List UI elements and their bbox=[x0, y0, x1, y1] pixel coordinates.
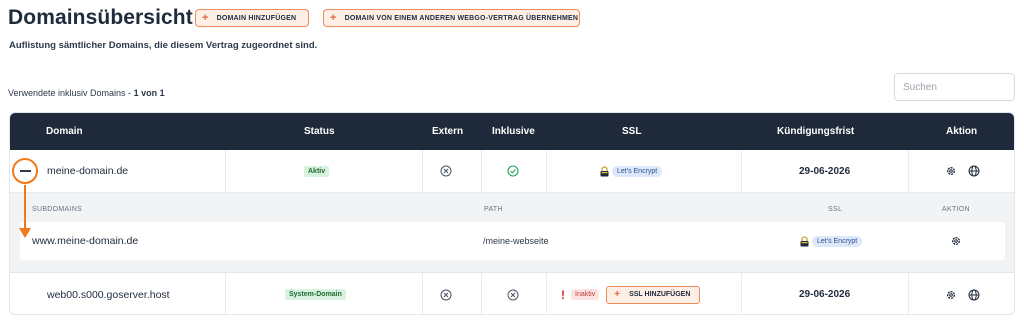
column-domain[interactable]: Domain bbox=[46, 126, 83, 137]
column-aktion: Aktion bbox=[946, 126, 978, 137]
subdomain-row: www.meine-domain.de /meine-webseite Let'… bbox=[20, 222, 1005, 260]
path-header: PATH bbox=[484, 206, 503, 213]
aktion-header: AKTION bbox=[942, 206, 970, 213]
subdomain-panel: SUBDOMAINS PATH SSL AKTION www.meine-dom… bbox=[10, 193, 1014, 273]
padlock-icon bbox=[600, 165, 609, 177]
transfer-domain-button[interactable]: + DOMAIN VON EINEM ANDEREN WEBGO-VERTRAG… bbox=[323, 9, 580, 27]
circle-x-icon bbox=[507, 289, 519, 301]
ssl-header: SSL bbox=[828, 206, 843, 213]
table-header: Domain Status Extern Inklusive SSL Kündi… bbox=[10, 113, 1014, 150]
globe-icon[interactable] bbox=[968, 289, 980, 301]
plus-icon: + bbox=[614, 288, 621, 300]
search-input[interactable] bbox=[894, 73, 1015, 101]
plus-icon: + bbox=[202, 11, 209, 24]
ssl-status-badge: Inaktiv bbox=[571, 289, 600, 300]
column-inklusive[interactable]: Inklusive bbox=[492, 126, 535, 137]
circle-x-icon bbox=[440, 289, 452, 301]
status-badge: System-Domain bbox=[285, 289, 346, 300]
collapse-toggle[interactable] bbox=[12, 158, 38, 184]
column-status[interactable]: Status bbox=[304, 126, 335, 137]
minus-icon bbox=[19, 170, 31, 172]
usage-label: Verwendete inklusiv Domains - bbox=[8, 88, 134, 98]
gear-icon[interactable] bbox=[945, 289, 957, 301]
annotation-arrow-line bbox=[24, 185, 26, 230]
column-ssl[interactable]: SSL bbox=[622, 126, 641, 137]
transfer-domain-label: DOMAIN VON EINEM ANDEREN WEBGO-VERTRAG Ü… bbox=[344, 14, 579, 22]
padlock-icon bbox=[800, 235, 809, 247]
circle-check-icon bbox=[507, 165, 519, 177]
plus-icon: + bbox=[330, 11, 337, 24]
page-title: Domainsübersicht bbox=[8, 6, 193, 29]
annotation-arrow-head bbox=[18, 228, 31, 238]
circle-x-icon bbox=[440, 165, 452, 177]
exclamation-icon: ! bbox=[561, 287, 565, 302]
gear-icon[interactable] bbox=[950, 235, 962, 247]
page-subtitle: Auflistung sämtlicher Domains, die diese… bbox=[9, 40, 318, 51]
usage-text: Verwendete inklusiv Domains - 1 von 1 bbox=[8, 88, 165, 98]
kuendigung-date: 29-06-2026 bbox=[799, 165, 851, 177]
column-kuendigungsfrist[interactable]: Kündigungsfrist bbox=[777, 126, 854, 137]
domain-table: Domain Status Extern Inklusive SSL Kündi… bbox=[9, 112, 1015, 315]
subdomains-header: SUBDOMAINS bbox=[32, 206, 83, 213]
add-domain-button[interactable]: + DOMAIN HINZUFÜGEN bbox=[195, 9, 309, 27]
ssl-badge: Let's Encrypt bbox=[812, 235, 863, 247]
usage-value: 1 von 1 bbox=[133, 88, 165, 98]
globe-icon[interactable] bbox=[968, 165, 980, 177]
column-extern[interactable]: Extern bbox=[432, 126, 463, 137]
status-badge: Aktiv bbox=[304, 165, 330, 177]
table-row: meine-domain.de Aktiv Let's Encrypt 29-0… bbox=[10, 150, 1014, 193]
ssl-badge: Let's Encrypt bbox=[612, 165, 663, 177]
kuendigung-date: 29-06-2026 bbox=[799, 289, 851, 300]
add-domain-label: DOMAIN HINZUFÜGEN bbox=[216, 14, 297, 22]
gear-icon[interactable] bbox=[945, 165, 957, 177]
domain-name[interactable]: web00.s000.goserver.host bbox=[47, 289, 170, 301]
add-ssl-button[interactable]: + SSL HINZUFÜGEN bbox=[606, 285, 701, 304]
domain-name[interactable]: meine-domain.de bbox=[47, 165, 128, 177]
table-row: web00.s000.goserver.host System-Domain !… bbox=[10, 273, 1014, 314]
subdomain-path: /meine-webseite bbox=[483, 236, 549, 246]
add-ssl-label: SSL HINZUFÜGEN bbox=[629, 291, 691, 298]
subdomain-name[interactable]: www.meine-domain.de bbox=[32, 235, 138, 247]
